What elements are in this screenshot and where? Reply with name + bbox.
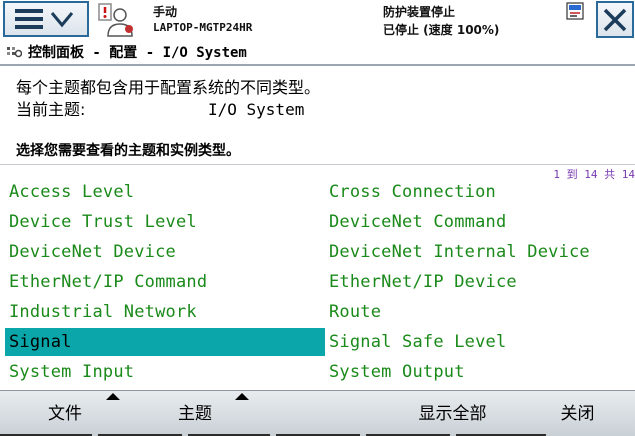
operator-icon[interactable] <box>98 2 138 38</box>
close-window-button[interactable] <box>596 1 634 38</box>
close-icon <box>603 8 627 31</box>
list-item[interactable]: DeviceNet Command <box>325 208 635 236</box>
list-item[interactable]: Signal Safe Level <box>325 328 635 356</box>
control-panel-icon <box>7 47 22 58</box>
topic-description: 每个主题都包含用于配置系统的不同类型。 <box>16 78 321 97</box>
show-all-button[interactable]: 显示全部 <box>390 391 515 431</box>
status-icon[interactable] <box>566 2 584 20</box>
hamburger-icon <box>15 9 43 29</box>
list-item[interactable]: Cross Connection <box>325 178 635 206</box>
list-item[interactable]: DeviceNet Internal Device <box>325 238 635 266</box>
list-item[interactable]: EtherNet/IP Command <box>5 268 325 296</box>
current-topic-label: 当前主题: <box>16 100 86 119</box>
list-item[interactable]: Access Level <box>5 178 325 206</box>
file-menu-label: 文件 <box>48 403 82 424</box>
run-status: 已停止 (速度 100%) <box>383 23 500 37</box>
menu-up-arrow-icon <box>235 393 249 400</box>
list-item[interactable]: System Input <box>5 358 325 386</box>
list-item[interactable]: Device Trust Level <box>5 208 325 236</box>
operation-mode: 手动 <box>153 5 178 19</box>
info-panel: 每个主题都包含用于配置系统的不同类型。 当前主题: I/O System 选择您… <box>0 68 635 165</box>
list-item-selected[interactable]: Signal <box>5 328 325 356</box>
list-item[interactable]: Industrial Network <box>5 298 325 326</box>
close-label: 关闭 <box>560 403 595 424</box>
list-item[interactable]: DeviceNet Device <box>5 238 325 266</box>
chevron-down-icon <box>50 12 74 28</box>
selection-prompt: 选择您需要查看的主题和实例类型。 <box>16 143 240 159</box>
breadcrumb: 控制面板 - 配置 - I/O System <box>0 40 635 66</box>
close-button[interactable]: 关闭 <box>520 391 635 431</box>
controller-name: LAPTOP-MGTP24HR <box>153 21 253 34</box>
show-all-label: 显示全部 <box>418 403 487 424</box>
list-item[interactable]: System Output <box>325 358 635 386</box>
safety-status-area[interactable]: 防护装置停止 已停止 (速度 100%) <box>383 0 558 40</box>
current-topic-value: I/O System <box>208 100 305 119</box>
top-bar: 手动 LAPTOP-MGTP24HR 防护装置停止 已停止 (速度 100%) <box>0 0 635 40</box>
list-item[interactable]: Route <box>325 298 635 326</box>
type-list: 1 到 14 共 14 Access Level Cross Connectio… <box>0 166 635 390</box>
main-menu-button[interactable] <box>3 1 89 37</box>
menu-up-arrow-icon <box>106 393 120 400</box>
operation-mode-area[interactable]: 手动 LAPTOP-MGTP24HR <box>150 0 385 40</box>
bottom-toolbar: 文件 主题 显示全部 关闭 <box>0 390 635 436</box>
safety-state: 防护装置停止 <box>383 5 456 19</box>
list-item[interactable]: EtherNet/IP Device <box>325 268 635 296</box>
topic-menu-label: 主题 <box>178 403 212 424</box>
breadcrumb-text: 控制面板 - 配置 - I/O System <box>28 45 247 61</box>
